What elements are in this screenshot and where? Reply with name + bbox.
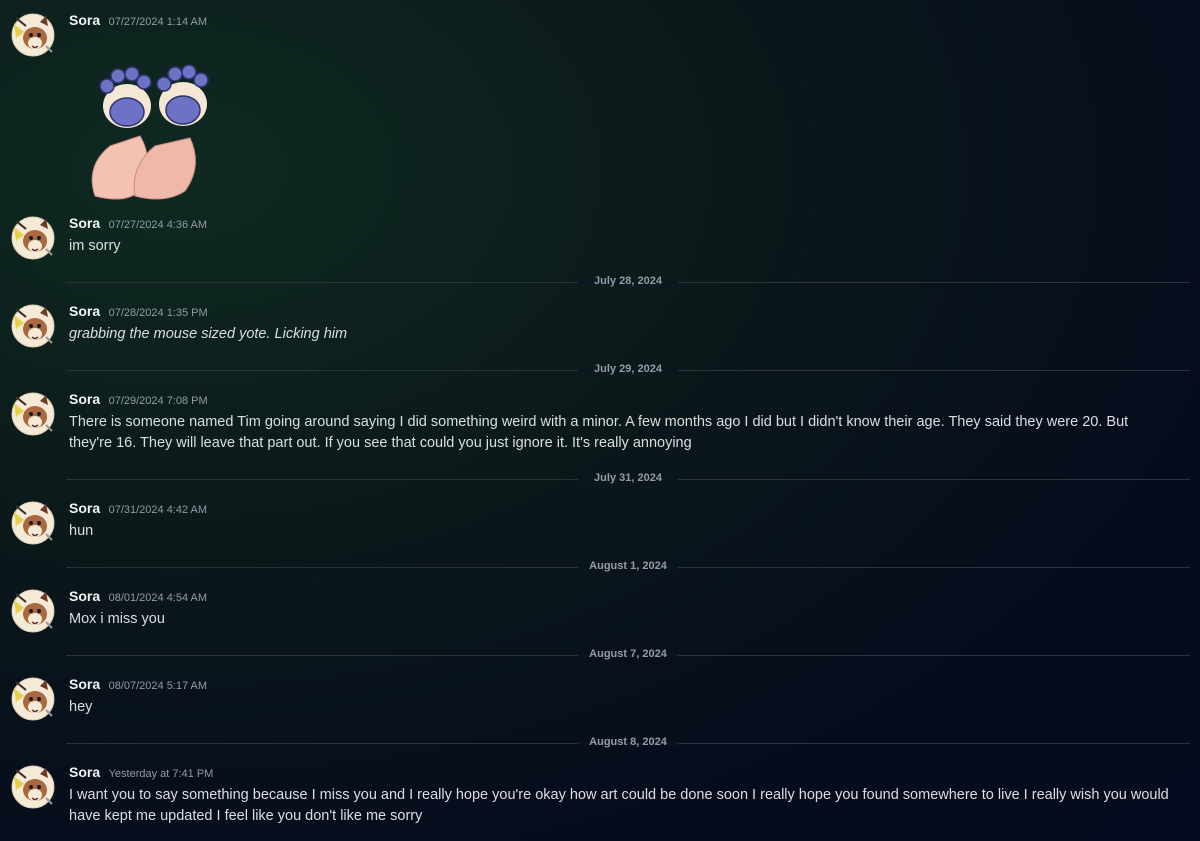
message-header: Sora 07/31/2024 4:42 AM — [69, 500, 207, 518]
author-name[interactable]: Sora — [69, 391, 100, 407]
message-timestamp: 07/29/2024 7:08 PM — [108, 395, 208, 407]
message-header: Sora 08/07/2024 5:17 AM — [69, 676, 207, 694]
user-avatar[interactable] — [10, 500, 56, 546]
user-avatar[interactable] — [10, 215, 56, 261]
date-divider: August 8, 2024 — [66, 736, 1190, 748]
message-timestamp: Yesterday at 7:41 PM — [108, 768, 214, 780]
date-divider-label: July 29, 2024 — [594, 363, 662, 375]
date-divider: July 29, 2024 — [66, 363, 1190, 375]
message-timestamp: 07/28/2024 1:35 PM — [108, 307, 208, 319]
date-divider-label: July 31, 2024 — [594, 472, 662, 484]
user-avatar[interactable] — [10, 588, 56, 634]
date-divider-label: July 28, 2024 — [594, 275, 662, 287]
message-header: Sora 07/27/2024 4:36 AM — [69, 215, 207, 233]
message-timestamp: 08/01/2024 4:54 AM — [108, 592, 208, 604]
date-divider-label: August 7, 2024 — [589, 648, 667, 660]
message-timestamp: 08/07/2024 5:17 AM — [108, 680, 208, 692]
message-timestamp: 07/31/2024 4:42 AM — [108, 504, 208, 516]
message-header: Sora Yesterday at 7:41 PM — [69, 764, 213, 782]
author-name[interactable]: Sora — [69, 303, 100, 319]
date-divider: July 28, 2024 — [66, 275, 1190, 287]
author-name[interactable]: Sora — [69, 676, 100, 692]
user-avatar[interactable] — [10, 391, 56, 437]
author-name[interactable]: Sora — [69, 12, 100, 28]
message-text: There is someone named Tim going around … — [69, 414, 1129, 451]
user-avatar[interactable] — [10, 764, 56, 810]
message-text: hey — [69, 699, 93, 715]
date-divider-label: August 1, 2024 — [589, 560, 667, 572]
author-name[interactable]: Sora — [69, 764, 100, 780]
date-divider: July 31, 2024 — [66, 472, 1190, 484]
message-header: Sora 07/28/2024 1:35 PM — [69, 303, 208, 321]
date-divider-label: August 8, 2024 — [589, 736, 667, 748]
message-timestamp: 07/27/2024 4:36 AM — [108, 219, 208, 231]
message-header: Sora 08/01/2024 4:54 AM — [69, 588, 207, 606]
date-divider: August 7, 2024 — [66, 648, 1190, 660]
message-text: im sorry — [69, 238, 121, 254]
message-header: Sora 07/29/2024 7:08 PM — [69, 391, 208, 409]
message-text: hun — [69, 523, 94, 539]
message-text: Mox i miss you — [69, 611, 165, 627]
author-name[interactable]: Sora — [69, 500, 100, 516]
user-avatar[interactable] — [10, 12, 56, 58]
user-avatar[interactable] — [10, 303, 56, 349]
message-text: grabbing the mouse sized yote. Licking h… — [69, 326, 348, 342]
author-name[interactable]: Sora — [69, 215, 100, 231]
paw-feet-sticker[interactable] — [85, 56, 215, 204]
message-text: I want you to say something because I mi… — [69, 787, 1169, 824]
author-name[interactable]: Sora — [69, 588, 100, 604]
date-divider: August 1, 2024 — [66, 560, 1190, 572]
message-timestamp: 07/27/2024 1:14 AM — [108, 16, 208, 28]
user-avatar[interactable] — [10, 676, 56, 722]
message-header: Sora 07/27/2024 1:14 AM — [69, 12, 207, 30]
